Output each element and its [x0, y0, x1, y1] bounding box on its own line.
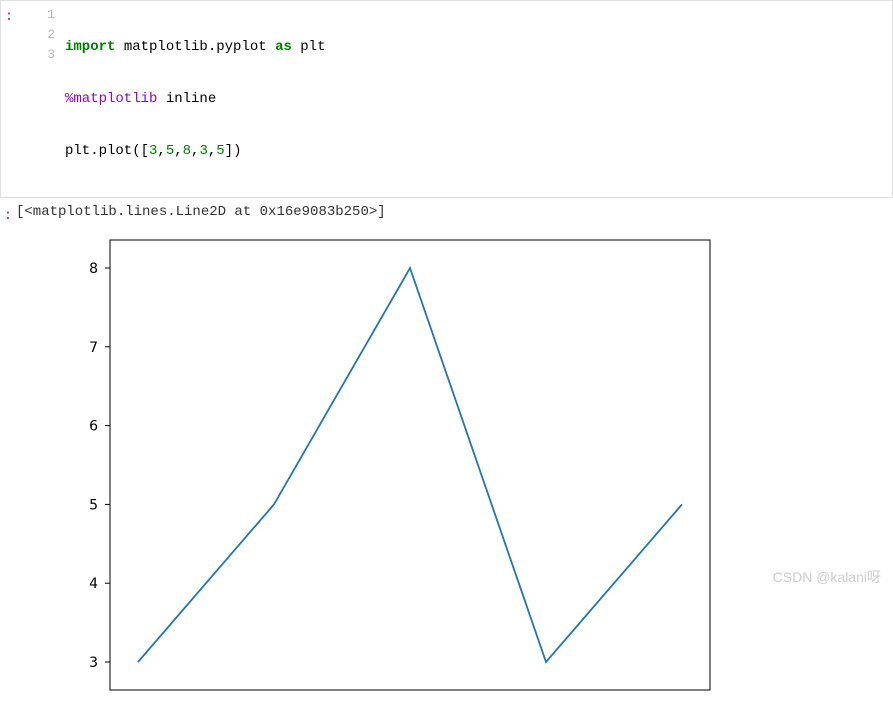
code-cell: : 1 2 3 import matplotlib.pyplot as plt … [0, 0, 893, 198]
y-tick-label: 6 [89, 419, 98, 435]
plot-frame [110, 240, 710, 690]
line-number-gutter: 1 2 3 [17, 5, 65, 193]
line-number: 1 [17, 5, 55, 25]
y-axis-ticks: 3 4 5 6 7 8 [89, 261, 110, 671]
y-tick-label: 5 [89, 497, 98, 513]
y-tick-label: 8 [89, 261, 98, 277]
y-tick-label: 4 [89, 576, 98, 592]
line-number: 3 [17, 45, 55, 65]
code-body[interactable]: import matplotlib.pyplot as plt %matplot… [65, 5, 892, 193]
y-tick-label: 3 [89, 655, 98, 671]
input-prompt: : [1, 5, 17, 193]
output-row: : [<matplotlib.lines.Line2D at 0x16e9083… [0, 204, 893, 224]
code-line: plt.plot([3,5,8,3,5]) [65, 141, 892, 161]
chart-series-line [138, 268, 682, 662]
chart-figure: 3 4 5 6 7 8 [40, 230, 893, 710]
y-tick-label: 7 [89, 340, 98, 356]
watermark: CSDN @kalani呀 [773, 567, 881, 587]
output-text: [<matplotlib.lines.Line2D at 0x16e9083b2… [16, 204, 386, 224]
line-chart: 3 4 5 6 7 8 [40, 230, 720, 710]
line-number: 2 [17, 25, 55, 45]
output-prompt: : [0, 204, 16, 224]
code-line: import matplotlib.pyplot as plt [65, 37, 892, 57]
code-line: %matplotlib inline [65, 89, 892, 109]
plot-area: 3 4 5 6 7 8 [89, 240, 710, 690]
